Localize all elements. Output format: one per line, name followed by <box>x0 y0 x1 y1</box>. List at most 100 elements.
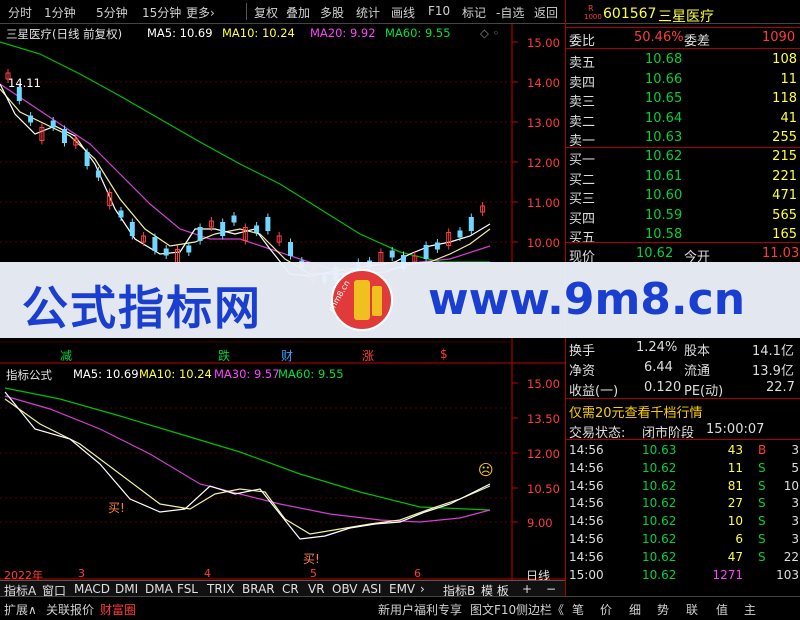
tick-time: 14:56 <box>569 460 604 475</box>
tool-huaxian[interactable]: 画线 <box>391 4 415 21</box>
marker-dollar[interactable]: $ <box>440 347 448 361</box>
asks-volume: 118 <box>772 91 797 106</box>
bottom-tab-zhu[interactable]: 主 <box>744 601 756 618</box>
promo-link[interactable]: 仅需20元查看千档行情 <box>569 402 703 421</box>
candle <box>152 237 158 251</box>
tool-zixuan[interactable]: -自选 <box>496 4 524 21</box>
tab-dmi[interactable]: DMI <box>115 582 138 596</box>
tool-5min[interactable]: 5分钟 <box>96 4 128 21</box>
tab-macd[interactable]: MACD <box>74 582 110 596</box>
ind-legend-name: 指标公式 <box>6 368 52 382</box>
tab-cr[interactable]: CR <box>282 582 299 596</box>
tab-emv[interactable]: EMV <box>389 582 415 596</box>
tab-brar[interactable]: BRAR <box>242 582 275 596</box>
bottom-tab-shi[interactable]: 势 <box>657 601 669 618</box>
weicha-label: 委差 <box>684 34 711 49</box>
tick-volume: 10 <box>727 514 743 529</box>
tab-obv[interactable]: OBV <box>332 582 358 596</box>
tool-f10[interactable]: F10 <box>428 4 450 18</box>
tick-price: 10.62 <box>642 567 677 582</box>
bids-volume: 565 <box>772 207 797 223</box>
candle <box>254 225 260 233</box>
bottom-bar: 扩展∧ 关联报价 财富圈 新用户福利专享 图文F10 侧边栏《 笔 价 细 势 … <box>0 596 800 620</box>
y-tick: 12.00 <box>527 156 560 170</box>
tab-vr[interactable]: VR <box>308 582 325 596</box>
sidebar-toggle[interactable]: 侧边栏《 <box>516 601 564 618</box>
bids-row[interactable]: 买四 10.59 565 <box>566 206 800 227</box>
netasset-row: 净资 6.44 流通 13.9亿 <box>566 358 800 379</box>
tab-trix[interactable]: TRIX <box>207 582 234 596</box>
tick-side: S <box>758 514 766 529</box>
price-row: 现价 10.62 今开 11.03 <box>566 244 800 265</box>
tool-duogu[interactable]: 多股 <box>320 4 344 21</box>
marker-die[interactable]: 跌 <box>218 347 230 364</box>
y-tick: 13.00 <box>527 116 560 130</box>
marker-zhang[interactable]: 涨 <box>362 347 374 364</box>
expand-button[interactable]: 扩展∧ <box>4 601 37 618</box>
settings-icon[interactable]: ◇ ◦ <box>480 26 499 40</box>
ma10-line <box>0 88 491 275</box>
tab-add[interactable]: + <box>522 582 532 596</box>
related-quote[interactable]: 关联报价 <box>46 601 94 618</box>
tool-1min[interactable]: 1分钟 <box>44 4 76 21</box>
bids-row[interactable]: 买一 10.62 215 <box>566 147 800 168</box>
tick-volume: 43 <box>727 443 743 457</box>
tick-volume: 1271 <box>712 567 743 582</box>
max-label: 14.11 <box>8 76 41 90</box>
bids-row[interactable]: 买二 10.61 221 <box>566 167 800 188</box>
tool-fenshi[interactable]: 分时 <box>8 4 32 21</box>
wealth-circle[interactable]: 财富圈 <box>100 601 136 618</box>
tab-dma[interactable]: DMA <box>145 582 173 596</box>
tool-back[interactable]: 返回 <box>534 4 558 21</box>
bottom-tab-lian[interactable]: 联 <box>686 601 698 618</box>
divider <box>246 3 247 20</box>
watermark-logo: chm8.cn <box>320 268 404 332</box>
asks-price: 10.66 <box>645 71 683 87</box>
asks-price: 10.64 <box>645 110 683 126</box>
asks-row[interactable]: 卖五 10.68 108 <box>566 50 800 71</box>
asks-volume: 11 <box>780 71 797 87</box>
tick-count: 3 <box>791 496 799 511</box>
marker-cai[interactable]: 财 <box>281 347 293 364</box>
tick-time: 15:00 <box>569 567 604 582</box>
tab-fsl[interactable]: FSL <box>177 582 198 596</box>
badge-r: R <box>588 4 594 13</box>
tab-more-arrow[interactable]: › <box>420 582 425 596</box>
stock-header: R 1000 601567 三星医疗 <box>566 4 800 25</box>
f10-graphic[interactable]: 图文F10 <box>470 601 516 618</box>
asks-row[interactable]: 卖四 10.66 11 <box>566 70 800 91</box>
x-label: 4 <box>204 567 211 580</box>
marker-jian[interactable]: 减 <box>60 347 72 364</box>
tick-side: S <box>758 460 766 475</box>
ind-y-tick: 15.00 <box>527 377 560 391</box>
tool-more[interactable]: 更多› <box>186 4 215 21</box>
bids-row[interactable]: 买三 10.60 471 <box>566 186 800 207</box>
jingzi-label: 净资 <box>569 364 596 379</box>
promo-row[interactable]: 仅需20元查看千档行情 <box>566 400 800 421</box>
bids-price: 10.59 <box>645 207 683 223</box>
bottom-tab-bi[interactable]: 笔 <box>572 601 584 618</box>
turnover-row: 换手 1.24% 股本 14.1亿 <box>566 338 800 359</box>
tool-diejia[interactable]: 叠加 <box>286 4 310 21</box>
asks-row[interactable]: 卖二 10.64 41 <box>566 109 800 130</box>
tool-fuquan[interactable]: 复权 <box>254 4 278 21</box>
asks-volume: 108 <box>772 52 797 67</box>
ind-ma5: MA5: 10.69 <box>73 367 139 381</box>
tool-15min[interactable]: 15分钟 <box>142 4 181 21</box>
tab-remove[interactable]: − <box>546 582 556 596</box>
candle <box>288 242 293 256</box>
bottom-tab-zhi[interactable]: 值 <box>716 601 728 618</box>
asks-row[interactable]: 卖一 10.63 255 <box>566 128 800 149</box>
bottom-tab-xi[interactable]: 细 <box>629 601 641 618</box>
asks-volume: 255 <box>772 130 797 145</box>
asks-row[interactable]: 卖三 10.65 118 <box>566 89 800 110</box>
candle <box>231 215 237 223</box>
tick-time: 14:56 <box>569 532 604 546</box>
tool-tongji[interactable]: 统计 <box>356 4 380 21</box>
new-user-promo[interactable]: 新用户福利专享 <box>378 601 462 618</box>
tool-biaoji[interactable]: 标记 <box>462 4 486 21</box>
ind-ma10: MA10: 10.24 <box>139 367 212 381</box>
bottom-tab-jia[interactable]: 价 <box>600 601 612 618</box>
tab-asi[interactable]: ASI <box>362 582 381 596</box>
tick-volume: 11 <box>727 460 743 475</box>
